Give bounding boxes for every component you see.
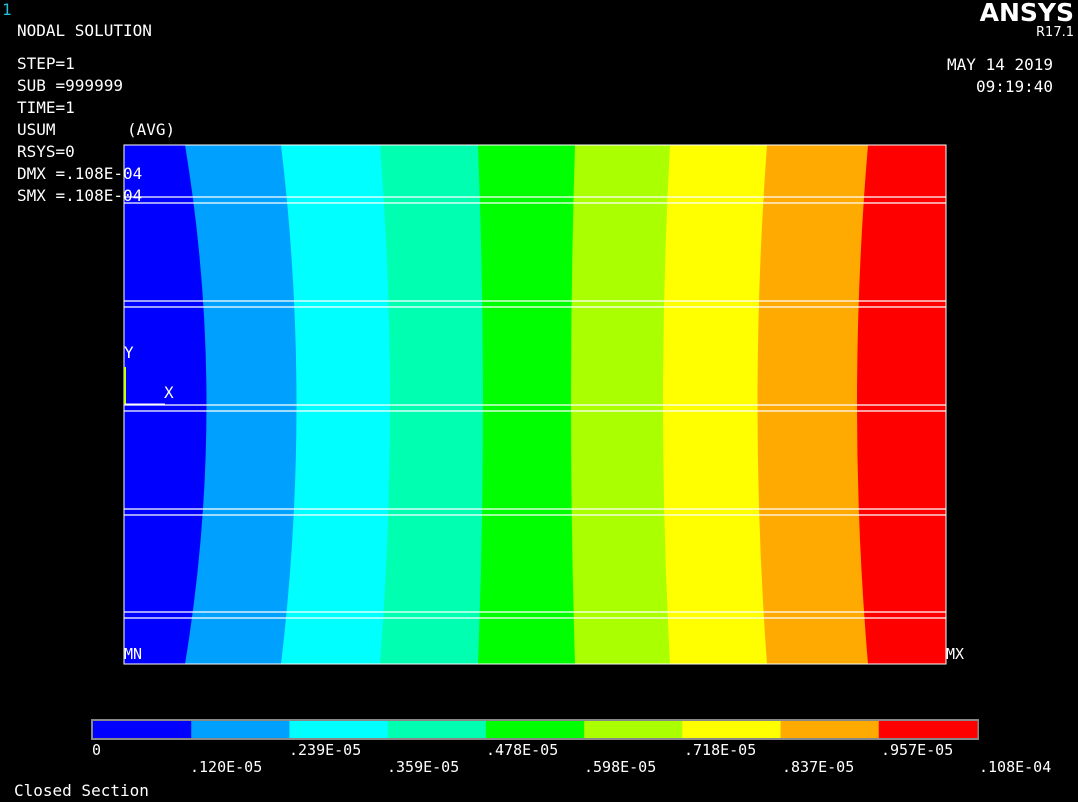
contour-plot <box>91 144 979 740</box>
cb-top-label: 0 <box>92 741 102 759</box>
footer-text: Closed Section <box>14 781 149 800</box>
max-marker: MX <box>946 645 965 663</box>
colorbar <box>91 719 979 740</box>
colorbar-cell <box>191 721 290 738</box>
cb-bottom-label: .359E-05 <box>387 758 460 776</box>
colorbar-cell <box>485 721 585 738</box>
colorbar-cell <box>682 721 782 738</box>
cb-top-label: .718E-05 <box>684 741 757 759</box>
triad-y-label: Y <box>124 343 134 362</box>
colorbar-cell <box>780 721 880 738</box>
cb-bottom-label: .598E-05 <box>584 758 657 776</box>
cb-bottom-label: .837E-05 <box>782 758 855 776</box>
colorbar-cell <box>387 721 487 738</box>
cb-bottom-label: .120E-05 <box>190 758 263 776</box>
triad-x-label: X <box>164 383 174 402</box>
colorbar-cell <box>584 721 683 738</box>
min-marker: MN <box>124 645 143 663</box>
colorbar-cell <box>93 721 192 738</box>
cb-top-label: .239E-05 <box>289 741 362 759</box>
cb-bottom-label: .108E-04 <box>979 758 1052 776</box>
smx-info: SMX =.108E-04 <box>17 186 143 205</box>
cb-top-label: .478E-05 <box>486 741 559 759</box>
colorbar-cell <box>878 721 978 738</box>
dmx-info: DMX =.108E-04 <box>17 164 143 183</box>
colorbar-cell <box>289 721 389 738</box>
cb-top-label: .957E-05 <box>881 741 954 759</box>
